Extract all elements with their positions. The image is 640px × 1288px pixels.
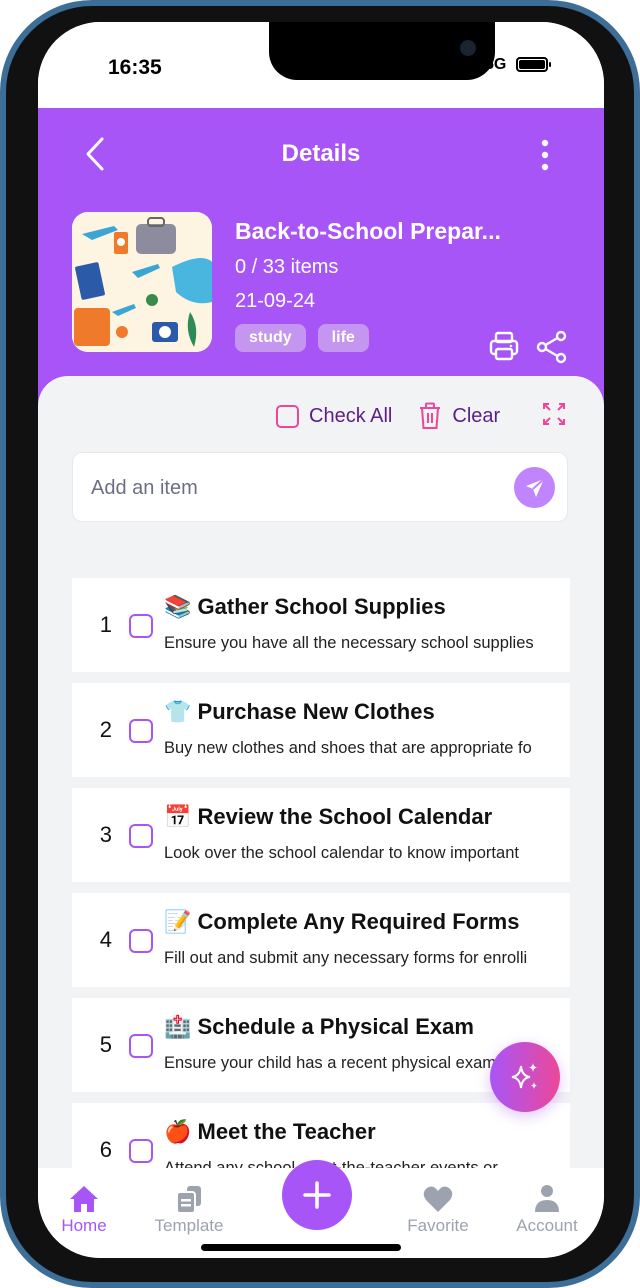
item-number: 5: [99, 1032, 112, 1057]
item-title-text: Schedule a Physical Exam: [197, 1014, 474, 1039]
tab-account-label: Account: [516, 1216, 578, 1235]
tag-study[interactable]: study: [235, 324, 306, 352]
item-description: Ensure you have all the necessary school…: [164, 634, 534, 652]
item-title-text: Meet the Teacher: [197, 1119, 376, 1144]
item-number: 3: [99, 822, 112, 847]
clear-label: Clear: [452, 404, 501, 427]
item-title-text: Purchase New Clothes: [197, 699, 435, 724]
item-title-text: Gather School Supplies: [197, 594, 446, 619]
home-icon: [70, 1186, 98, 1212]
check-all-label: Check All: [309, 404, 393, 427]
item-title-text: Review the School Calendar: [197, 804, 493, 829]
battery-icon: [516, 57, 551, 72]
checkbox-icon: [276, 404, 299, 428]
tab-favorite-label: Favorite: [407, 1216, 469, 1235]
page-title: Details: [281, 140, 361, 167]
template-icon: [176, 1186, 201, 1214]
list-item[interactable]: 1 📚 Gather School Supplies Ensure you ha…: [72, 578, 570, 672]
item-emoji: 🍎: [164, 1119, 192, 1144]
status-bar: 16:35 5G: [38, 22, 604, 108]
more-options-icon[interactable]: [535, 138, 555, 172]
print-icon[interactable]: [488, 330, 520, 362]
item-description: Ensure your child has a recent physical …: [164, 1054, 529, 1072]
list-item[interactable]: 3 📅 Review the School Calendar Look over…: [72, 788, 570, 882]
status-time: 16:35: [108, 56, 162, 79]
signal-icon: [458, 58, 476, 72]
share-icon[interactable]: [536, 330, 568, 364]
tab-template-label: Template: [154, 1216, 224, 1235]
account-icon: [535, 1185, 559, 1212]
item-emoji: 👕: [164, 699, 192, 724]
item-checkbox[interactable]: [129, 614, 153, 638]
camera-icon: [460, 40, 476, 56]
item-checkbox[interactable]: [129, 1034, 153, 1058]
item-description: Look over the school calendar to know im…: [164, 844, 519, 862]
item-description: Buy new clothes and shoes that are appro…: [164, 739, 532, 757]
item-title: 🍎 Meet the Teacher: [164, 1119, 376, 1145]
item-description: Fill out and submit any necessary forms …: [164, 949, 528, 967]
trash-icon: [420, 402, 441, 429]
item-emoji: 🏥: [164, 1014, 192, 1039]
check-all-button[interactable]: Check All: [276, 404, 393, 428]
clear-button[interactable]: Clear: [418, 402, 500, 430]
item-checkbox[interactable]: [129, 824, 153, 848]
item-emoji: 📝: [164, 909, 192, 934]
checklist-date: 21-09-24: [235, 290, 316, 312]
ai-assistant-button[interactable]: [490, 1042, 560, 1112]
item-checkbox[interactable]: [129, 1139, 153, 1163]
item-title-text: Complete Any Required Forms: [197, 909, 520, 934]
item-number: 6: [99, 1137, 112, 1162]
item-title: 👕 Purchase New Clothes: [164, 699, 435, 725]
item-checkbox[interactable]: [129, 929, 153, 953]
item-title: 🏥 Schedule a Physical Exam: [164, 1014, 474, 1040]
list-item[interactable]: 4 📝 Complete Any Required Forms Fill out…: [72, 893, 570, 987]
tag-list: study life: [235, 324, 369, 352]
plus-icon: [303, 1181, 331, 1209]
add-item-field: [72, 452, 568, 522]
expand-icon[interactable]: [542, 402, 566, 426]
tab-home[interactable]: Home: [38, 1184, 134, 1236]
tab-template[interactable]: Template: [139, 1184, 239, 1236]
tab-favorite[interactable]: Favorite: [388, 1184, 488, 1236]
item-title: 📅 Review the School Calendar: [164, 804, 492, 830]
item-title: 📚 Gather School Supplies: [164, 594, 446, 620]
item-number: 2: [99, 717, 112, 742]
send-button[interactable]: [514, 467, 555, 508]
item-title: 📝 Complete Any Required Forms: [164, 909, 519, 935]
network-label: 5G: [485, 56, 507, 73]
tab-home-label: Home: [61, 1216, 107, 1235]
item-number: 1: [99, 612, 112, 637]
item-emoji: 📅: [164, 804, 192, 829]
add-item-input[interactable]: [91, 473, 491, 503]
heart-icon: [423, 1186, 453, 1212]
sparkles-icon: [511, 1063, 537, 1089]
checklist-cover-image[interactable]: [72, 212, 212, 352]
add-checklist-button[interactable]: [282, 1160, 352, 1230]
item-emoji: 📚: [164, 594, 192, 619]
list-actions: Check All Clear: [276, 402, 526, 430]
tab-account[interactable]: Account: [497, 1184, 597, 1236]
screen: 16:35 5G Details Back-to-School Prepar..…: [38, 22, 604, 1258]
item-number: 4: [99, 927, 112, 952]
tag-life[interactable]: life: [317, 324, 369, 352]
item-checkbox[interactable]: [129, 719, 153, 743]
home-indicator: [201, 1244, 401, 1251]
checklist-name: Back-to-School Prepar...: [235, 218, 501, 244]
item-count: 0 / 33 items: [235, 256, 339, 278]
send-icon: [525, 477, 545, 497]
list-item[interactable]: 2 👕 Purchase New Clothes Buy new clothes…: [72, 683, 570, 777]
